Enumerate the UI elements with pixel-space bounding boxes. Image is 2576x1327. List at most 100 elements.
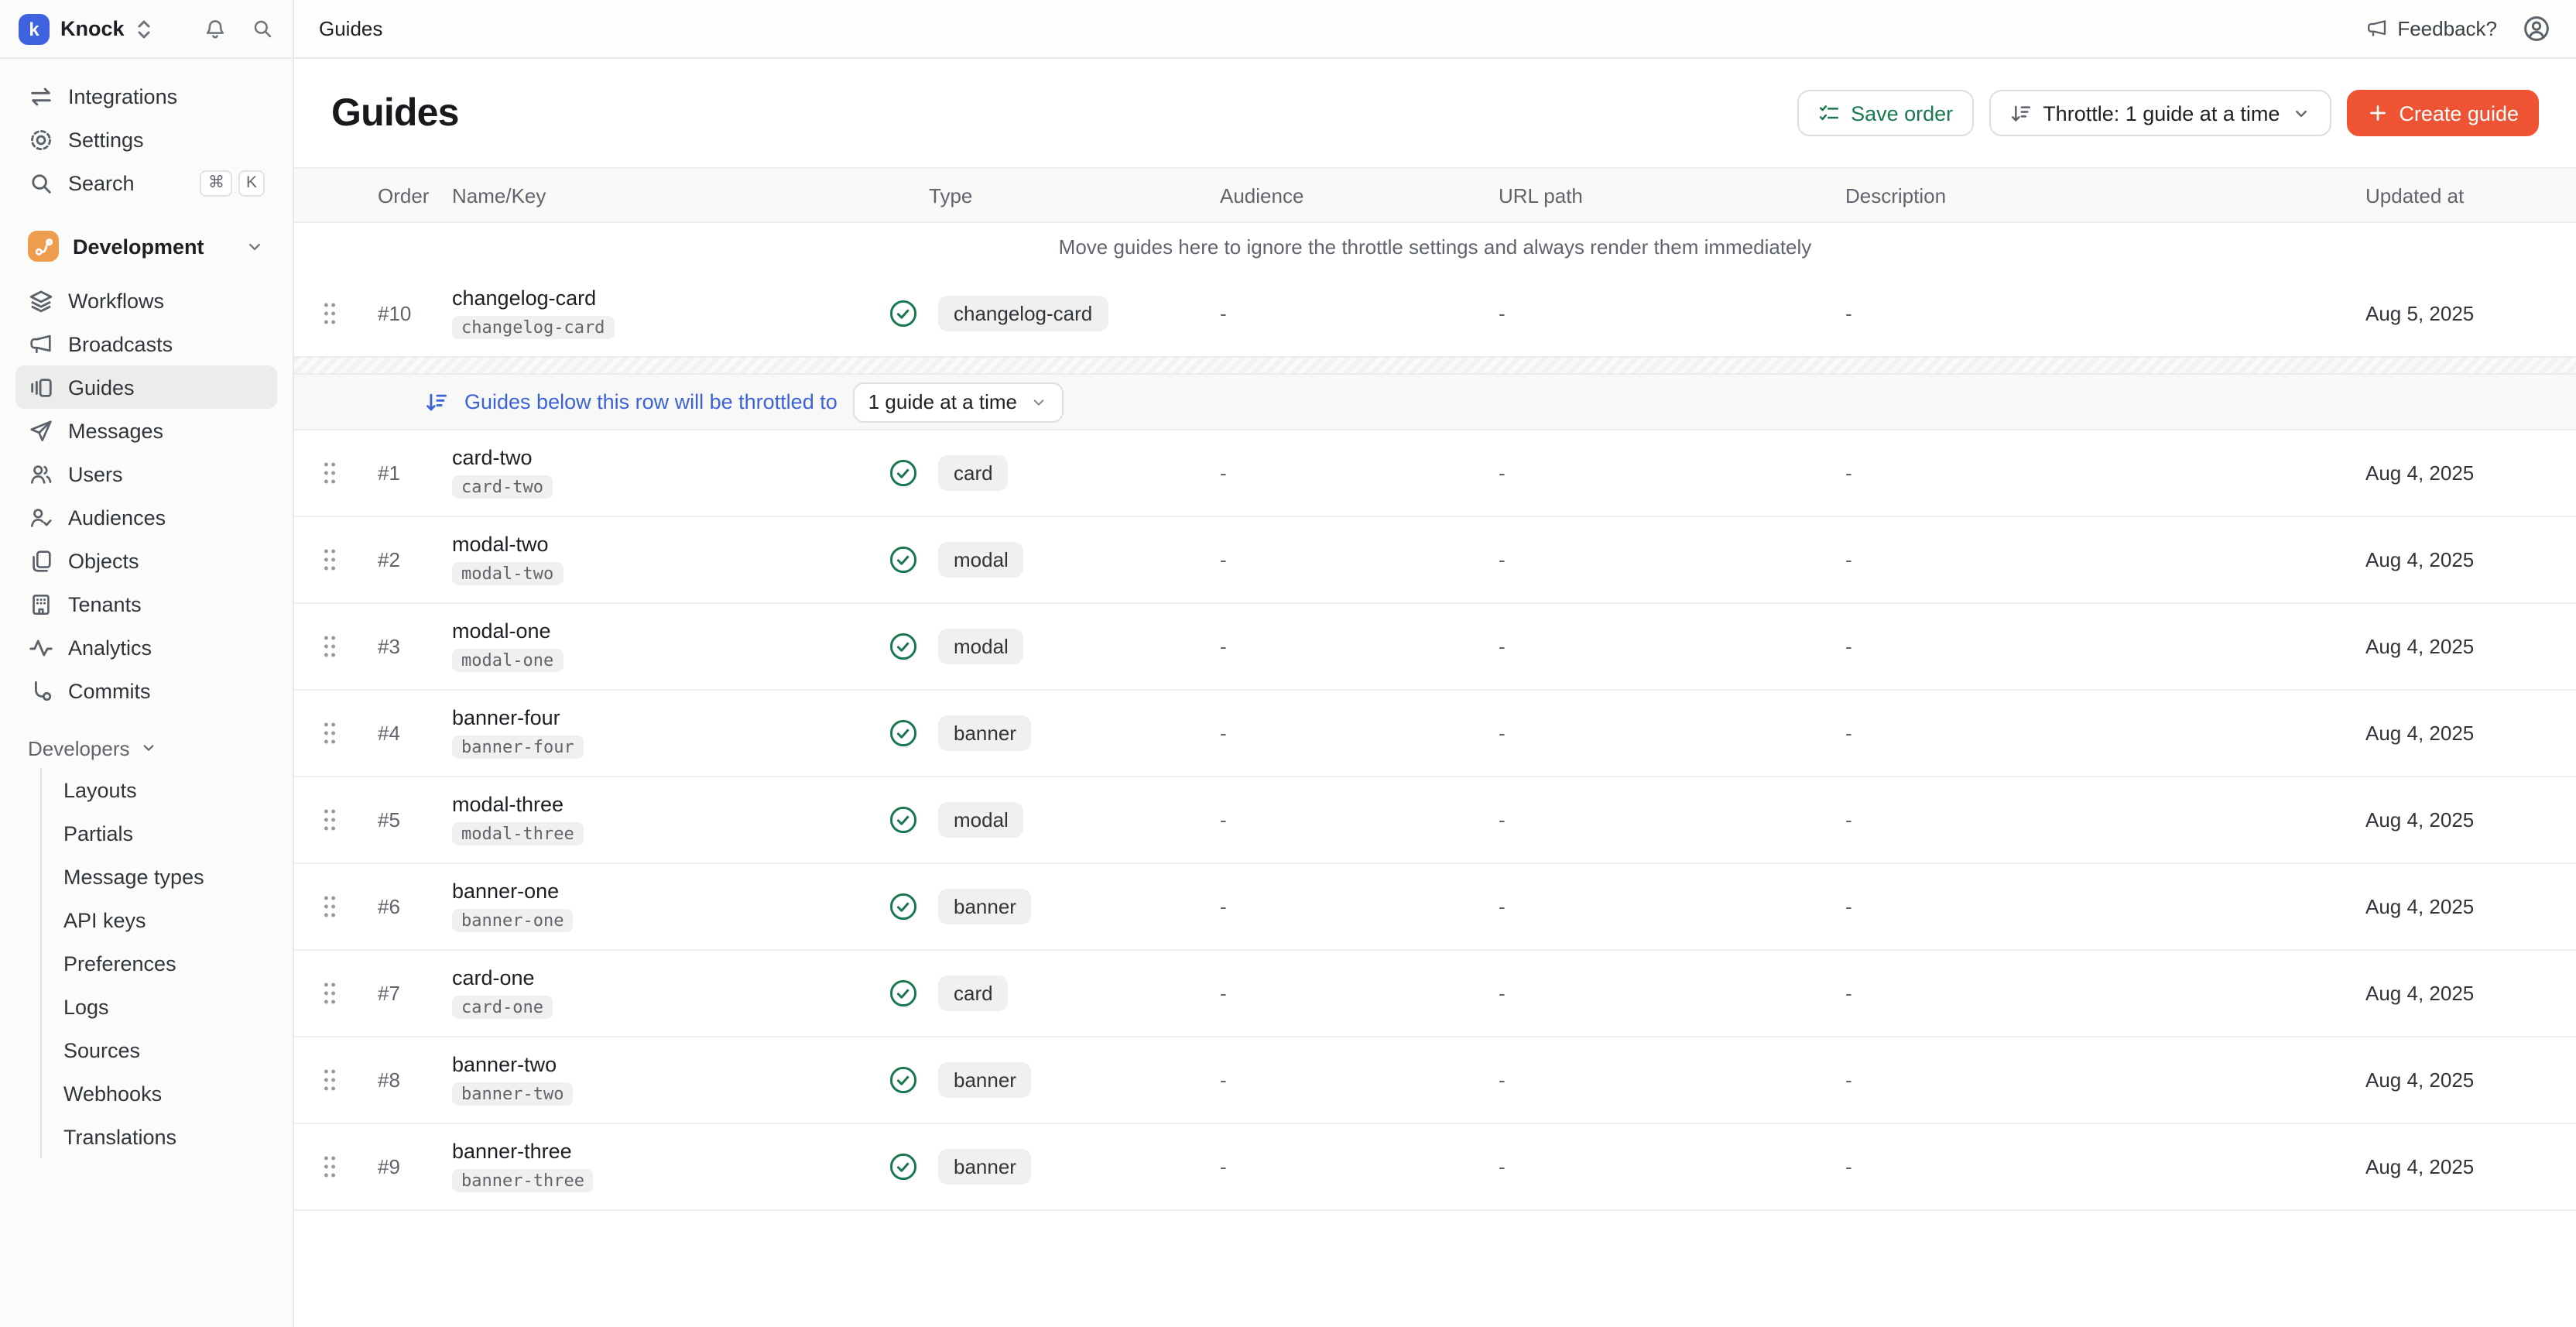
sidebar-item-settings[interactable]: Settings	[15, 118, 277, 161]
guide-order: #9	[368, 1155, 452, 1178]
guide-order: #6	[368, 895, 452, 918]
guide-audience: -	[1220, 982, 1499, 1005]
unthrottled-rows: #10 changelog-card changelog-card change…	[294, 269, 2576, 356]
guide-url-path: -	[1499, 808, 1845, 832]
sidebar-item-objects[interactable]: Objects	[15, 539, 277, 582]
guide-url-path: -	[1499, 1068, 1845, 1092]
sidebar-item-sources[interactable]: Sources	[42, 1028, 277, 1072]
guide-name-key: banner-one banner-one	[452, 880, 878, 934]
drag-handle[interactable]	[322, 980, 368, 1006]
drag-handle[interactable]	[322, 300, 368, 326]
drag-handle[interactable]	[322, 633, 368, 660]
search-icon[interactable]	[251, 17, 274, 40]
guide-row[interactable]: #9 banner-three banner-three banner - - …	[294, 1124, 2576, 1211]
save-order-button[interactable]: Save order	[1797, 90, 1973, 136]
account-avatar-icon[interactable]	[2522, 14, 2551, 43]
sidebar-item-commits[interactable]: Commits	[15, 669, 277, 712]
drag-handle[interactable]	[322, 893, 368, 920]
throttle-label: Throttle: 1 guide at a time	[2043, 101, 2280, 125]
guide-row[interactable]: #10 changelog-card changelog-card change…	[294, 269, 2576, 356]
guide-row[interactable]: #6 banner-one banner-one banner - - - Au…	[294, 864, 2576, 951]
guide-updated-at: Aug 4, 2025	[2356, 1068, 2539, 1092]
guide-updated-at: Aug 4, 2025	[2356, 1155, 2539, 1178]
guide-type-cell: modal	[878, 802, 1220, 838]
sidebar-item-users[interactable]: Users	[15, 452, 277, 495]
environment-icon	[28, 231, 59, 262]
topbar: Guides Feedback?	[294, 0, 2576, 59]
guide-key-chip: banner-one	[452, 909, 573, 932]
sidebar-item-logs[interactable]: Logs	[42, 985, 277, 1028]
sidebar-item-label: Tenants	[68, 592, 142, 615]
environment-switcher[interactable]: Development	[15, 223, 277, 269]
sidebar-item-tenants[interactable]: Tenants	[15, 582, 277, 626]
drag-handle[interactable]	[322, 1154, 368, 1180]
guide-type-cell: changelog-card	[878, 295, 1220, 331]
guide-name: banner-four	[452, 706, 878, 729]
notifications-bell-icon[interactable]	[203, 16, 228, 41]
sidebar-item-integrations[interactable]: Integrations	[15, 74, 277, 118]
drag-handle[interactable]	[322, 807, 368, 833]
feedback-button[interactable]: Feedback?	[2365, 17, 2497, 40]
drag-handle[interactable]	[322, 1067, 368, 1093]
guide-row[interactable]: #7 card-one card-one card - - - Aug 4, 2…	[294, 951, 2576, 1037]
sidebar-item-message-types[interactable]: Message types	[42, 855, 277, 898]
throttled-rows: #1 card-two card-two card - - - Aug 4, 2…	[294, 430, 2576, 1211]
column-header-name-key: Name/Key	[452, 183, 878, 207]
workspace-name: Knock	[60, 17, 125, 40]
guide-row[interactable]: #4 banner-four banner-four banner - - - …	[294, 691, 2576, 777]
guide-updated-at: Aug 4, 2025	[2356, 635, 2539, 658]
sidebar-item-api-keys[interactable]: API keys	[42, 898, 277, 941]
drag-handle[interactable]	[322, 547, 368, 573]
workspace-switcher-icon[interactable]	[135, 18, 154, 39]
guide-url-path: -	[1499, 301, 1845, 324]
sidebar-item-label: Webhooks	[63, 1082, 162, 1105]
developers-section-toggle[interactable]: Developers	[15, 728, 277, 768]
guide-key-chip: banner-two	[452, 1082, 573, 1106]
sidebar-item-layouts[interactable]: Layouts	[42, 768, 277, 811]
guide-audience: -	[1220, 895, 1499, 918]
guide-url-path: -	[1499, 1155, 1845, 1178]
sidebar-item-guides[interactable]: Guides	[15, 365, 277, 409]
sidebar-item-label: Logs	[63, 995, 109, 1018]
guide-row[interactable]: #2 modal-two modal-two modal - - - Aug 4…	[294, 517, 2576, 604]
guide-key-chip: modal-one	[452, 649, 563, 672]
checklist-icon	[1817, 101, 1840, 125]
sidebar-item-label: Message types	[63, 865, 204, 888]
integrations-icon	[28, 83, 54, 109]
guide-name: banner-three	[452, 1140, 878, 1163]
guide-row[interactable]: #1 card-two card-two card - - - Aug 4, 2…	[294, 430, 2576, 517]
guide-row[interactable]: #3 modal-one modal-one modal - - - Aug 4…	[294, 604, 2576, 691]
drag-handle[interactable]	[322, 460, 368, 486]
guide-type-cell: banner	[878, 1062, 1220, 1098]
sidebar-item-analytics[interactable]: Analytics	[15, 626, 277, 669]
sidebar-item-audiences[interactable]: Audiences	[15, 495, 277, 539]
sidebar-item-workflows[interactable]: Workflows	[15, 279, 277, 322]
sidebar-item-label: API keys	[63, 908, 146, 931]
guide-row[interactable]: #8 banner-two banner-two banner - - - Au…	[294, 1037, 2576, 1124]
sidebar-item-partials[interactable]: Partials	[42, 811, 277, 855]
sidebar-item-preferences[interactable]: Preferences	[42, 941, 277, 985]
drag-handle[interactable]	[322, 720, 368, 746]
status-active-check-icon	[887, 977, 920, 1010]
sidebar-item-translations[interactable]: Translations	[42, 1115, 277, 1158]
sidebar-item-messages[interactable]: Messages	[15, 409, 277, 452]
throttle-dropdown-button[interactable]: Throttle: 1 guide at a time	[1989, 90, 2331, 136]
sidebar-item-broadcasts[interactable]: Broadcasts	[15, 322, 277, 365]
guide-row[interactable]: #5 modal-three modal-three modal - - - A…	[294, 777, 2576, 864]
guide-name: modal-two	[452, 533, 878, 556]
throttle-count-select[interactable]: 1 guide at a time	[853, 382, 1064, 422]
sidebar-item-webhooks[interactable]: Webhooks	[42, 1072, 277, 1115]
column-header-audience: Audience	[1220, 183, 1499, 207]
guide-description: -	[1845, 548, 2356, 571]
git-commit-icon	[28, 677, 54, 704]
guide-type-badge: modal	[938, 629, 1024, 664]
sidebar-item-search[interactable]: Search ⌘ K	[15, 161, 277, 204]
guide-order: #7	[368, 982, 452, 1005]
guide-type-badge: banner	[938, 1149, 1032, 1185]
guide-name-key: modal-two modal-two	[452, 533, 878, 587]
create-guide-button[interactable]: Create guide	[2346, 90, 2539, 136]
throttle-divider-row: Guides below this row will be throttled …	[294, 375, 2576, 430]
column-header-description: Description	[1845, 183, 2356, 207]
sidebar-item-label: Search	[68, 171, 135, 194]
guide-name-key: banner-four banner-four	[452, 706, 878, 760]
